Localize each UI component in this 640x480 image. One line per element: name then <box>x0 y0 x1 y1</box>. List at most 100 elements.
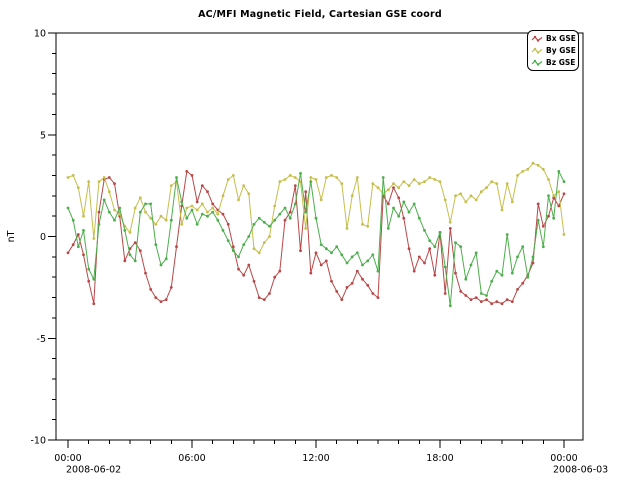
data-point-marker <box>211 211 214 214</box>
data-point-marker <box>134 241 137 244</box>
legend: Bx GSE By GSE Bz GSE <box>527 30 579 71</box>
data-point-marker <box>439 231 442 234</box>
data-point-marker <box>294 203 297 206</box>
data-point-marker <box>356 251 359 254</box>
data-point-marker <box>366 284 369 287</box>
data-point-marker <box>449 304 452 307</box>
y-tick-label: -5 <box>37 334 46 345</box>
data-point-marker <box>289 174 292 177</box>
data-point-marker <box>335 245 338 248</box>
data-point-marker <box>449 227 452 230</box>
data-point-marker <box>470 194 473 197</box>
data-point-marker <box>532 162 535 165</box>
legend-label: Bz GSE <box>546 58 575 67</box>
data-point-marker <box>82 253 85 256</box>
data-point-marker <box>191 174 194 177</box>
data-point-marker <box>315 251 318 254</box>
data-point-marker <box>340 298 343 301</box>
data-point-marker <box>289 211 292 214</box>
data-point-marker <box>160 264 163 267</box>
data-point-marker <box>392 207 395 210</box>
data-point-marker <box>325 260 328 263</box>
data-point-marker <box>191 209 194 212</box>
data-point-marker <box>506 233 509 236</box>
data-point-marker <box>454 241 457 244</box>
data-point-marker <box>402 201 405 204</box>
data-point-marker <box>495 182 498 185</box>
line-sample-icon <box>531 34 544 43</box>
data-point-marker <box>335 290 338 293</box>
data-point-marker <box>537 164 540 167</box>
data-point-marker <box>537 219 540 222</box>
data-point-marker <box>454 272 457 275</box>
data-point-marker <box>103 199 106 202</box>
data-point-marker <box>387 188 390 191</box>
data-point-marker <box>263 221 266 224</box>
data-point-marker <box>423 180 426 183</box>
legend-item-by: By GSE <box>531 45 578 56</box>
data-point-marker <box>325 176 328 179</box>
data-point-marker <box>387 227 390 230</box>
data-point-marker <box>123 260 126 263</box>
data-point-marker <box>108 211 111 214</box>
data-point-marker <box>72 219 75 222</box>
data-point-marker <box>526 168 529 171</box>
data-point-marker <box>123 229 126 232</box>
data-point-marker <box>242 274 245 277</box>
data-point-marker <box>227 178 230 181</box>
data-point-marker <box>361 223 364 226</box>
data-point-marker <box>185 217 188 220</box>
x-date-left: 2008-06-02 <box>66 465 121 476</box>
legend-label: By GSE <box>546 46 576 55</box>
data-point-marker <box>464 294 467 297</box>
data-point-marker <box>268 292 271 295</box>
data-point-marker <box>196 209 199 212</box>
legend-item-bz: Bz GSE <box>531 57 578 68</box>
data-point-marker <box>299 172 302 175</box>
data-point-marker <box>113 219 116 222</box>
data-point-marker <box>67 207 70 210</box>
data-point-marker <box>247 192 250 195</box>
data-point-marker <box>330 251 333 254</box>
y-axis-title: nT <box>6 230 17 242</box>
data-point-marker <box>340 182 343 185</box>
data-point-marker <box>154 296 157 299</box>
data-point-marker <box>397 215 400 218</box>
data-point-marker <box>346 262 349 265</box>
data-point-marker <box>475 296 478 299</box>
series-line <box>68 171 564 303</box>
data-point-marker <box>144 272 147 275</box>
data-point-marker <box>165 258 168 261</box>
data-point-marker <box>87 180 90 183</box>
data-point-marker <box>72 174 75 177</box>
data-point-marker <box>408 184 411 187</box>
data-point-marker <box>139 211 142 214</box>
data-point-marker <box>402 217 405 220</box>
data-point-marker <box>201 203 204 206</box>
data-point-marker <box>490 280 493 283</box>
data-point-marker <box>480 300 483 303</box>
data-point-marker <box>346 286 349 289</box>
data-point-marker <box>247 235 250 238</box>
data-point-marker <box>201 184 204 187</box>
data-point-marker <box>320 243 323 246</box>
series-bz-gse <box>67 170 566 307</box>
data-point-marker <box>495 270 498 273</box>
data-point-marker <box>351 282 354 285</box>
data-point-marker <box>413 178 416 181</box>
data-point-marker <box>366 260 369 263</box>
data-point-marker <box>268 225 271 228</box>
x-tick-label: 18:00 <box>426 453 453 464</box>
data-point-marker <box>501 274 504 277</box>
data-point-marker <box>185 207 188 210</box>
data-point-marker <box>351 256 354 259</box>
data-point-marker <box>206 211 209 214</box>
data-point-marker <box>485 298 488 301</box>
legend-item-bx: Bx GSE <box>531 33 578 44</box>
data-point-marker <box>516 256 519 259</box>
data-point-marker <box>428 239 431 242</box>
data-point-marker <box>418 256 421 259</box>
data-point-marker <box>366 225 369 228</box>
y-tick-label: 5 <box>40 130 46 141</box>
data-point-marker <box>392 186 395 189</box>
